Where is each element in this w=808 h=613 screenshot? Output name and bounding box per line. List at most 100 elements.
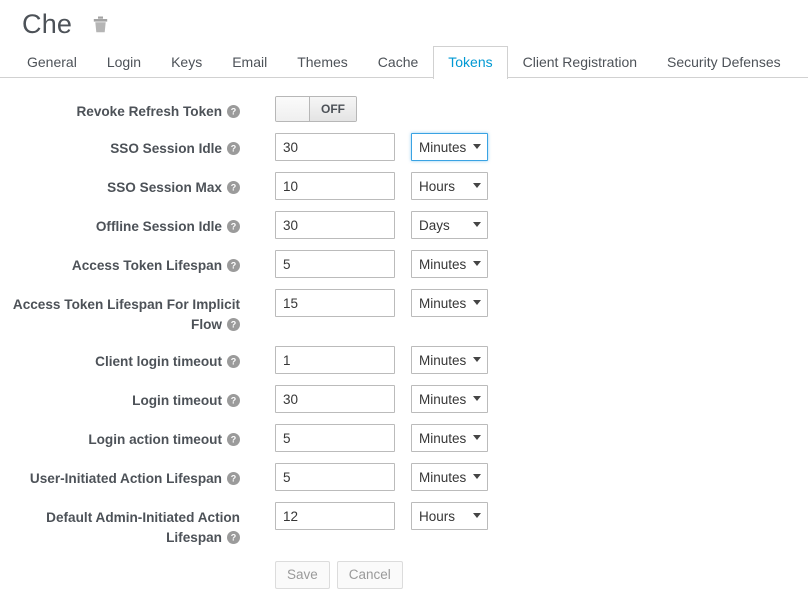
- realm-settings-tabs: General Login Keys Email Themes Cache To…: [0, 46, 808, 78]
- controls-login-timeout: Minutes: [240, 385, 488, 413]
- tab-login[interactable]: Login: [92, 46, 156, 78]
- help-circle-icon[interactable]: ?: [227, 433, 240, 446]
- controls-access-token-lifespan-implicit-flow: Minutes: [240, 289, 488, 317]
- tab-security-defenses[interactable]: Security Defenses: [652, 46, 796, 78]
- page-header: Che: [0, 0, 808, 40]
- form-row-sso-session-idle: SSO Session Idle? Minutes: [0, 133, 808, 161]
- client-login-timeout-unit-select[interactable]: Minutes: [411, 346, 488, 374]
- login-action-timeout-input[interactable]: [275, 424, 395, 452]
- client-login-timeout-unit-wrap: Minutes: [411, 346, 488, 374]
- offline-session-idle-unit-select[interactable]: Days: [411, 211, 488, 239]
- tab-general[interactable]: General: [12, 46, 92, 78]
- svg-text:?: ?: [231, 222, 237, 232]
- login-action-timeout-unit-select[interactable]: Minutes: [411, 424, 488, 452]
- help-circle-icon[interactable]: ?: [227, 318, 240, 331]
- access-token-lifespan-implicit-flow-unit-wrap: Minutes: [411, 289, 488, 317]
- controls-revoke-refresh-token: OFF: [240, 96, 357, 122]
- form-row-default-admin-initiated-action-lifespan: Default Admin-Initiated Action Lifespan?…: [0, 502, 808, 548]
- user-initiated-action-lifespan-unit-wrap: Minutes: [411, 463, 488, 491]
- help-circle-icon[interactable]: ?: [227, 105, 240, 118]
- client-login-timeout-input[interactable]: [275, 346, 395, 374]
- toggle-state-label: OFF: [310, 97, 356, 121]
- default-admin-initiated-action-lifespan-unit-wrap: Hours: [411, 502, 488, 530]
- tab-keys[interactable]: Keys: [156, 46, 217, 78]
- controls-offline-session-idle: Days: [240, 211, 488, 239]
- default-admin-initiated-action-lifespan-input[interactable]: [275, 502, 395, 530]
- svg-text:?: ?: [231, 107, 237, 117]
- help-circle-icon[interactable]: ?: [227, 355, 240, 368]
- controls-sso-session-max: Hours: [240, 172, 488, 200]
- svg-text:?: ?: [231, 320, 237, 330]
- label-sso-session-max: SSO Session Max?: [0, 172, 240, 198]
- sso-session-max-unit-wrap: Hours: [411, 172, 488, 200]
- save-button[interactable]: Save: [275, 561, 330, 589]
- label-access-token-lifespan-implicit-flow: Access Token Lifespan For Implicit Flow?: [0, 289, 240, 335]
- label-sso-session-idle: SSO Session Idle?: [0, 133, 240, 159]
- delete-realm-button[interactable]: [90, 13, 110, 35]
- svg-text:?: ?: [231, 474, 237, 484]
- access-token-lifespan-unit-select[interactable]: Minutes: [411, 250, 488, 278]
- help-circle-icon[interactable]: ?: [227, 531, 240, 544]
- svg-text:?: ?: [231, 183, 237, 193]
- tab-client-registration[interactable]: Client Registration: [508, 46, 652, 78]
- help-circle-icon[interactable]: ?: [227, 220, 240, 233]
- label-access-token-lifespan: Access Token Lifespan?: [0, 250, 240, 276]
- access-token-lifespan-input[interactable]: [275, 250, 395, 278]
- revoke-refresh-token-toggle[interactable]: OFF: [275, 96, 357, 122]
- label-revoke-refresh-token: Revoke Refresh Token?: [0, 96, 240, 122]
- user-initiated-action-lifespan-unit-select[interactable]: Minutes: [411, 463, 488, 491]
- help-circle-icon[interactable]: ?: [227, 472, 240, 485]
- svg-text:?: ?: [231, 357, 237, 367]
- sso-session-idle-unit-wrap: Minutes: [411, 133, 488, 161]
- form-row-offline-session-idle: Offline Session Idle? Days: [0, 211, 808, 239]
- tab-cache[interactable]: Cache: [363, 46, 433, 78]
- login-timeout-unit-wrap: Minutes: [411, 385, 488, 413]
- help-circle-icon[interactable]: ?: [227, 259, 240, 272]
- toggle-handle: [276, 97, 310, 121]
- form-row-login-action-timeout: Login action timeout? Minutes: [0, 424, 808, 452]
- controls-user-initiated-action-lifespan: Minutes: [240, 463, 488, 491]
- default-admin-initiated-action-lifespan-unit-select[interactable]: Hours: [411, 502, 488, 530]
- controls-sso-session-idle: Minutes: [240, 133, 488, 161]
- cancel-button[interactable]: Cancel: [337, 561, 403, 589]
- tab-themes[interactable]: Themes: [282, 46, 363, 78]
- offline-session-idle-unit-wrap: Days: [411, 211, 488, 239]
- sso-session-max-input[interactable]: [275, 172, 395, 200]
- form-row-user-initiated-action-lifespan: User-Initiated Action Lifespan? Minutes: [0, 463, 808, 491]
- form-row-revoke-refresh-token: Revoke Refresh Token? OFF: [0, 96, 808, 122]
- sso-session-max-unit-select[interactable]: Hours: [411, 172, 488, 200]
- help-circle-icon[interactable]: ?: [227, 181, 240, 194]
- svg-text:?: ?: [231, 533, 237, 543]
- help-circle-icon[interactable]: ?: [227, 394, 240, 407]
- svg-text:?: ?: [231, 396, 237, 406]
- label-client-login-timeout: Client login timeout?: [0, 346, 240, 372]
- sso-session-idle-input[interactable]: [275, 133, 395, 161]
- controls-client-login-timeout: Minutes: [240, 346, 488, 374]
- label-login-action-timeout: Login action timeout?: [0, 424, 240, 450]
- user-initiated-action-lifespan-input[interactable]: [275, 463, 395, 491]
- tab-email[interactable]: Email: [217, 46, 282, 78]
- login-timeout-input[interactable]: [275, 385, 395, 413]
- tokens-settings-form: Revoke Refresh Token? OFF SSO Session Id…: [0, 78, 808, 589]
- form-row-sso-session-max: SSO Session Max? Hours: [0, 172, 808, 200]
- access-token-lifespan-implicit-flow-input[interactable]: [275, 289, 395, 317]
- svg-text:?: ?: [231, 144, 237, 154]
- sso-session-idle-unit-select[interactable]: Minutes: [411, 133, 488, 161]
- controls-login-action-timeout: Minutes: [240, 424, 488, 452]
- controls-access-token-lifespan: Minutes: [240, 250, 488, 278]
- tab-tokens[interactable]: Tokens: [433, 46, 507, 79]
- help-circle-icon[interactable]: ?: [227, 142, 240, 155]
- form-row-client-login-timeout: Client login timeout? Minutes: [0, 346, 808, 374]
- trash-icon: [93, 16, 108, 33]
- controls-default-admin-initiated-action-lifespan: Hours: [240, 502, 488, 530]
- form-row-access-token-lifespan-implicit-flow: Access Token Lifespan For Implicit Flow?…: [0, 289, 808, 335]
- form-actions: Save Cancel: [0, 561, 808, 589]
- offline-session-idle-input[interactable]: [275, 211, 395, 239]
- access-token-lifespan-implicit-flow-unit-select[interactable]: Minutes: [411, 289, 488, 317]
- svg-text:?: ?: [231, 435, 237, 445]
- label-offline-session-idle: Offline Session Idle?: [0, 211, 240, 237]
- label-default-admin-initiated-action-lifespan: Default Admin-Initiated Action Lifespan?: [0, 502, 240, 548]
- form-row-login-timeout: Login timeout? Minutes: [0, 385, 808, 413]
- login-timeout-unit-select[interactable]: Minutes: [411, 385, 488, 413]
- label-login-timeout: Login timeout?: [0, 385, 240, 411]
